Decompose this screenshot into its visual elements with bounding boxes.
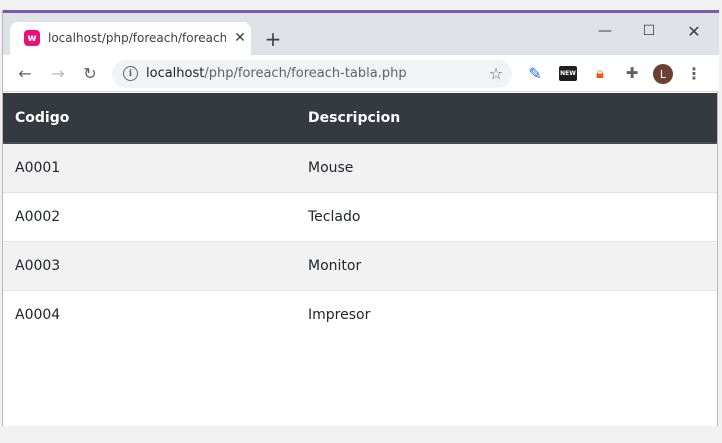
tab-strip: w localhost/php/foreach/foreach-tabla.ph… bbox=[3, 13, 719, 55]
info-icon[interactable]: i bbox=[123, 66, 138, 81]
cell-codigo: A0004 bbox=[3, 289, 296, 339]
cell-descripcion: Teclado bbox=[296, 191, 717, 241]
maximize-button[interactable]: ☐ bbox=[637, 21, 661, 41]
reload-icon[interactable]: ↻ bbox=[79, 63, 101, 83]
url-text[interactable]: localhost/php/foreach/foreach-tabla.php bbox=[146, 66, 407, 81]
minimize-button[interactable]: — bbox=[593, 21, 617, 41]
browser-toolbar: ← → ↻ i localhost/php/foreach/foreach-ta… bbox=[3, 55, 719, 92]
table-row: A0003 Monitor bbox=[3, 240, 717, 290]
bookmark-star-icon[interactable]: ☆ bbox=[486, 63, 506, 83]
news-extension-icon[interactable]: NEW bbox=[559, 66, 577, 81]
cell-codigo: A0003 bbox=[3, 240, 296, 290]
more-menu-icon[interactable]: ⋮ bbox=[686, 63, 702, 83]
address-bar[interactable]: i localhost/php/foreach/foreach-tabla.ph… bbox=[112, 60, 512, 88]
table-row: A0002 Teclado bbox=[3, 191, 717, 241]
profile-avatar[interactable]: L bbox=[653, 64, 673, 84]
new-tab-button[interactable]: + bbox=[262, 27, 284, 51]
tab-title: localhost/php/foreach/foreach-tabla.php bbox=[48, 31, 226, 45]
page-content: Codigo Descripcion A0001 Mouse A0002 Tec… bbox=[3, 93, 717, 426]
cell-descripcion: Monitor bbox=[296, 240, 717, 290]
back-arrow-icon[interactable]: ← bbox=[14, 63, 36, 83]
lock-extension-icon[interactable]: 🔒︎ bbox=[591, 64, 609, 82]
extensions-puzzle-icon[interactable]: ✚ bbox=[623, 64, 641, 82]
cell-descripcion: Impresor bbox=[296, 289, 717, 339]
forward-arrow-icon[interactable]: → bbox=[47, 63, 69, 83]
close-tab-icon[interactable]: ✕ bbox=[232, 30, 248, 46]
table-row: A0004 Impresor bbox=[3, 289, 717, 339]
header-codigo: Codigo bbox=[3, 93, 296, 144]
feather-extension-icon[interactable]: ✎ bbox=[526, 64, 544, 83]
tab-foreach-tabla[interactable]: w localhost/php/foreach/foreach-tabla.ph… bbox=[10, 22, 251, 55]
wamp-favicon-icon: w bbox=[24, 30, 40, 46]
close-window-button[interactable]: ✕ bbox=[682, 21, 706, 41]
header-descripcion: Descripcion bbox=[296, 93, 717, 144]
browser-window: w localhost/php/foreach/foreach-tabla.ph… bbox=[2, 10, 719, 426]
products-table: Codigo Descripcion A0001 Mouse A0002 Tec… bbox=[3, 93, 717, 339]
table-row: A0001 Mouse bbox=[3, 142, 717, 192]
cell-codigo: A0001 bbox=[3, 142, 296, 192]
cell-codigo: A0002 bbox=[3, 191, 296, 241]
table-header-row: Codigo Descripcion bbox=[3, 93, 717, 144]
cell-descripcion: Mouse bbox=[296, 142, 717, 192]
